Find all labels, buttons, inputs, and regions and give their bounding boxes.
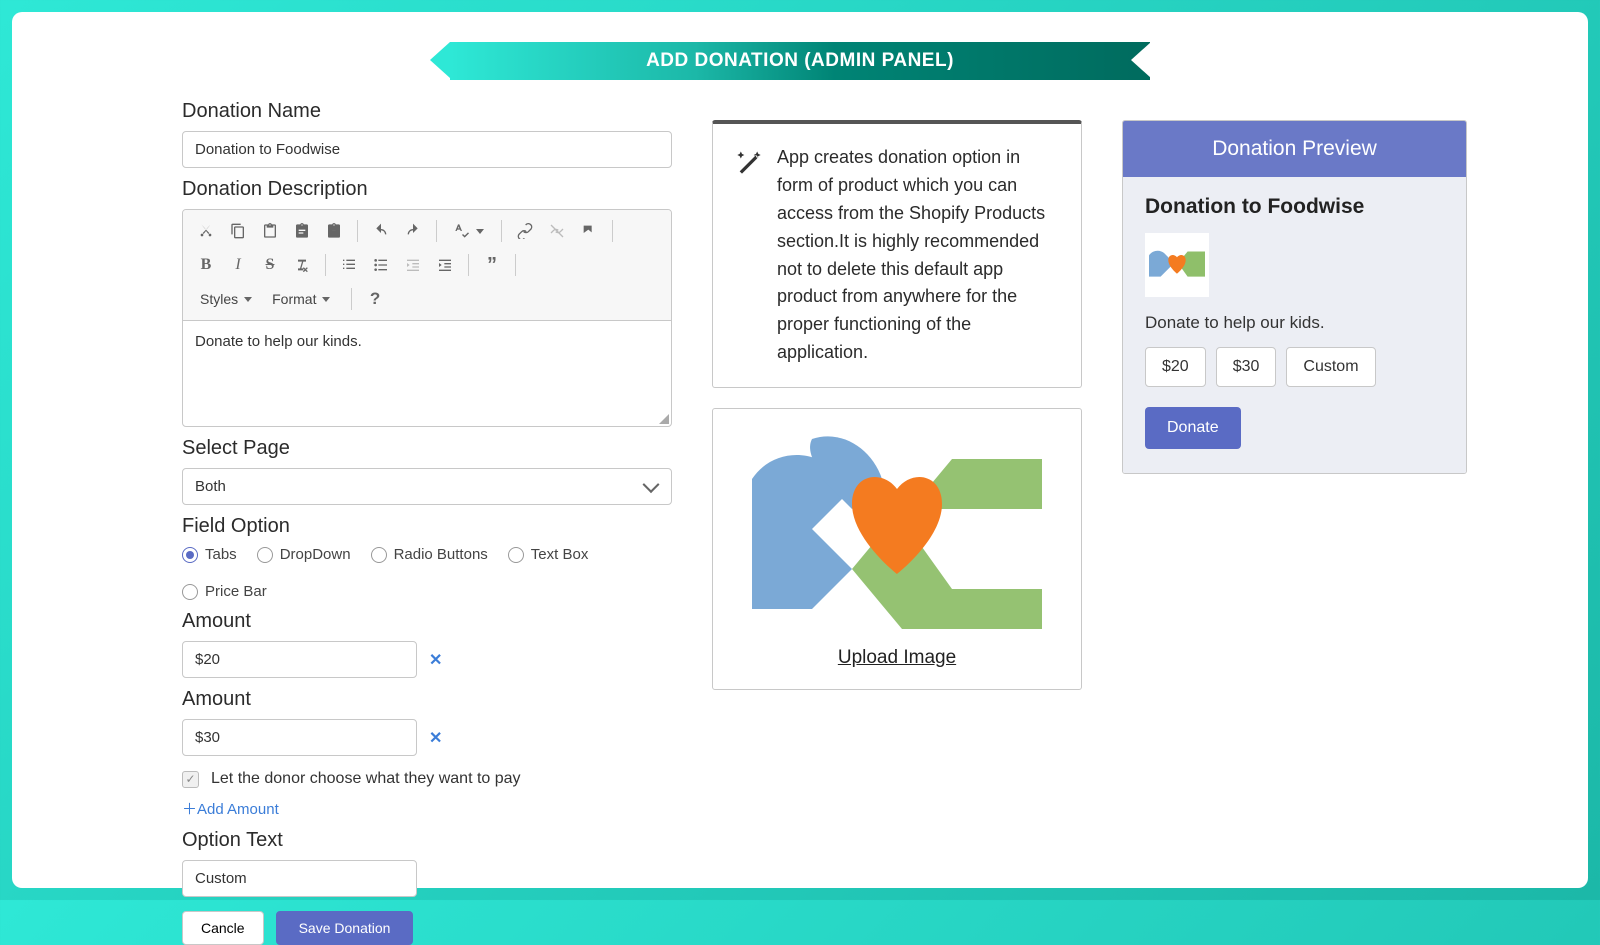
- outdent-icon[interactable]: [398, 250, 428, 280]
- paste-icon[interactable]: [255, 216, 285, 246]
- ordered-list-icon[interactable]: [334, 250, 364, 280]
- save-donation-button[interactable]: Save Donation: [276, 911, 414, 945]
- info-card: App creates donation option in form of p…: [712, 120, 1082, 388]
- link-icon[interactable]: [510, 216, 540, 246]
- donation-preview-card: Donation Preview Donation to Foodwise Do…: [1122, 120, 1467, 474]
- help-icon[interactable]: ?: [360, 284, 390, 314]
- radio-dropdown[interactable]: DropDown: [257, 546, 351, 563]
- editor-content: Donate to help our kinds.: [195, 333, 362, 350]
- cut-icon[interactable]: [191, 216, 221, 246]
- preview-logo-icon: [1145, 233, 1209, 297]
- copy-icon[interactable]: [223, 216, 253, 246]
- unordered-list-icon[interactable]: [366, 250, 396, 280]
- page-title-banner: ADD DONATION (ADMIN PANEL): [450, 42, 1150, 80]
- amount-input-2[interactable]: [182, 719, 417, 756]
- remove-amount-icon[interactable]: ✕: [429, 728, 442, 748]
- donation-logo-icon: [752, 429, 1042, 629]
- cancel-button[interactable]: Cancle: [182, 911, 264, 945]
- preview-amount-pill[interactable]: Custom: [1286, 347, 1375, 387]
- unlink-icon[interactable]: [542, 216, 572, 246]
- rich-text-editor: B I S ” Styles: [182, 209, 672, 427]
- preview-amount-pill[interactable]: $30: [1216, 347, 1277, 387]
- donation-desc-label: Donation Description: [182, 178, 672, 201]
- add-amount-link[interactable]: ＋Add Amount: [182, 798, 279, 819]
- preview-title: Donation to Foodwise: [1145, 195, 1444, 219]
- clear-format-icon[interactable]: [287, 250, 317, 280]
- styles-dropdown[interactable]: Styles: [191, 286, 261, 312]
- radio-radiobuttons[interactable]: Radio Buttons: [371, 546, 488, 563]
- redo-icon[interactable]: [398, 216, 428, 246]
- donate-button[interactable]: Donate: [1145, 407, 1241, 449]
- preview-header: Donation Preview: [1123, 121, 1466, 177]
- donor-choose-checkbox[interactable]: ✓: [182, 771, 199, 788]
- format-dropdown[interactable]: Format: [263, 286, 343, 312]
- amount-label-2: Amount: [182, 688, 672, 711]
- resize-handle-icon[interactable]: [659, 414, 669, 424]
- remove-amount-icon[interactable]: ✕: [429, 650, 442, 670]
- field-option-radios: Tabs DropDown Radio Buttons Text Box Pri…: [182, 546, 672, 600]
- bold-icon[interactable]: B: [191, 250, 221, 280]
- indent-icon[interactable]: [430, 250, 460, 280]
- radio-tabs[interactable]: Tabs: [182, 546, 237, 563]
- strike-icon[interactable]: S: [255, 250, 285, 280]
- upload-image-link[interactable]: Upload Image: [733, 647, 1061, 669]
- paste-text-icon[interactable]: [287, 216, 317, 246]
- preview-amount-pill[interactable]: $20: [1145, 347, 1206, 387]
- amount-label-1: Amount: [182, 610, 672, 633]
- anchor-icon[interactable]: [574, 216, 604, 246]
- select-page-dropdown[interactable]: Both: [182, 468, 672, 505]
- option-text-label: Option Text: [182, 829, 672, 852]
- radio-pricebar[interactable]: Price Bar: [182, 583, 267, 600]
- donation-name-label: Donation Name: [182, 100, 672, 123]
- radio-textbox[interactable]: Text Box: [508, 546, 589, 563]
- italic-icon[interactable]: I: [223, 250, 253, 280]
- option-text-input[interactable]: [182, 860, 417, 897]
- upload-image-card: Upload Image: [712, 408, 1082, 690]
- magic-wand-icon: [735, 148, 763, 367]
- paste-word-icon[interactable]: [319, 216, 349, 246]
- blockquote-icon[interactable]: ”: [477, 250, 507, 280]
- amount-input-1[interactable]: [182, 641, 417, 678]
- donation-name-input[interactable]: [182, 131, 672, 168]
- field-option-label: Field Option: [182, 515, 672, 538]
- select-page-label: Select Page: [182, 437, 672, 460]
- editor-textarea[interactable]: Donate to help our kinds.: [183, 321, 671, 426]
- donor-choose-label: Let the donor choose what they want to p…: [211, 770, 521, 788]
- spellcheck-dropdown[interactable]: [445, 218, 493, 244]
- undo-icon[interactable]: [366, 216, 396, 246]
- preview-description: Donate to help our kids.: [1145, 313, 1444, 333]
- info-text: App creates donation option in form of p…: [777, 144, 1059, 367]
